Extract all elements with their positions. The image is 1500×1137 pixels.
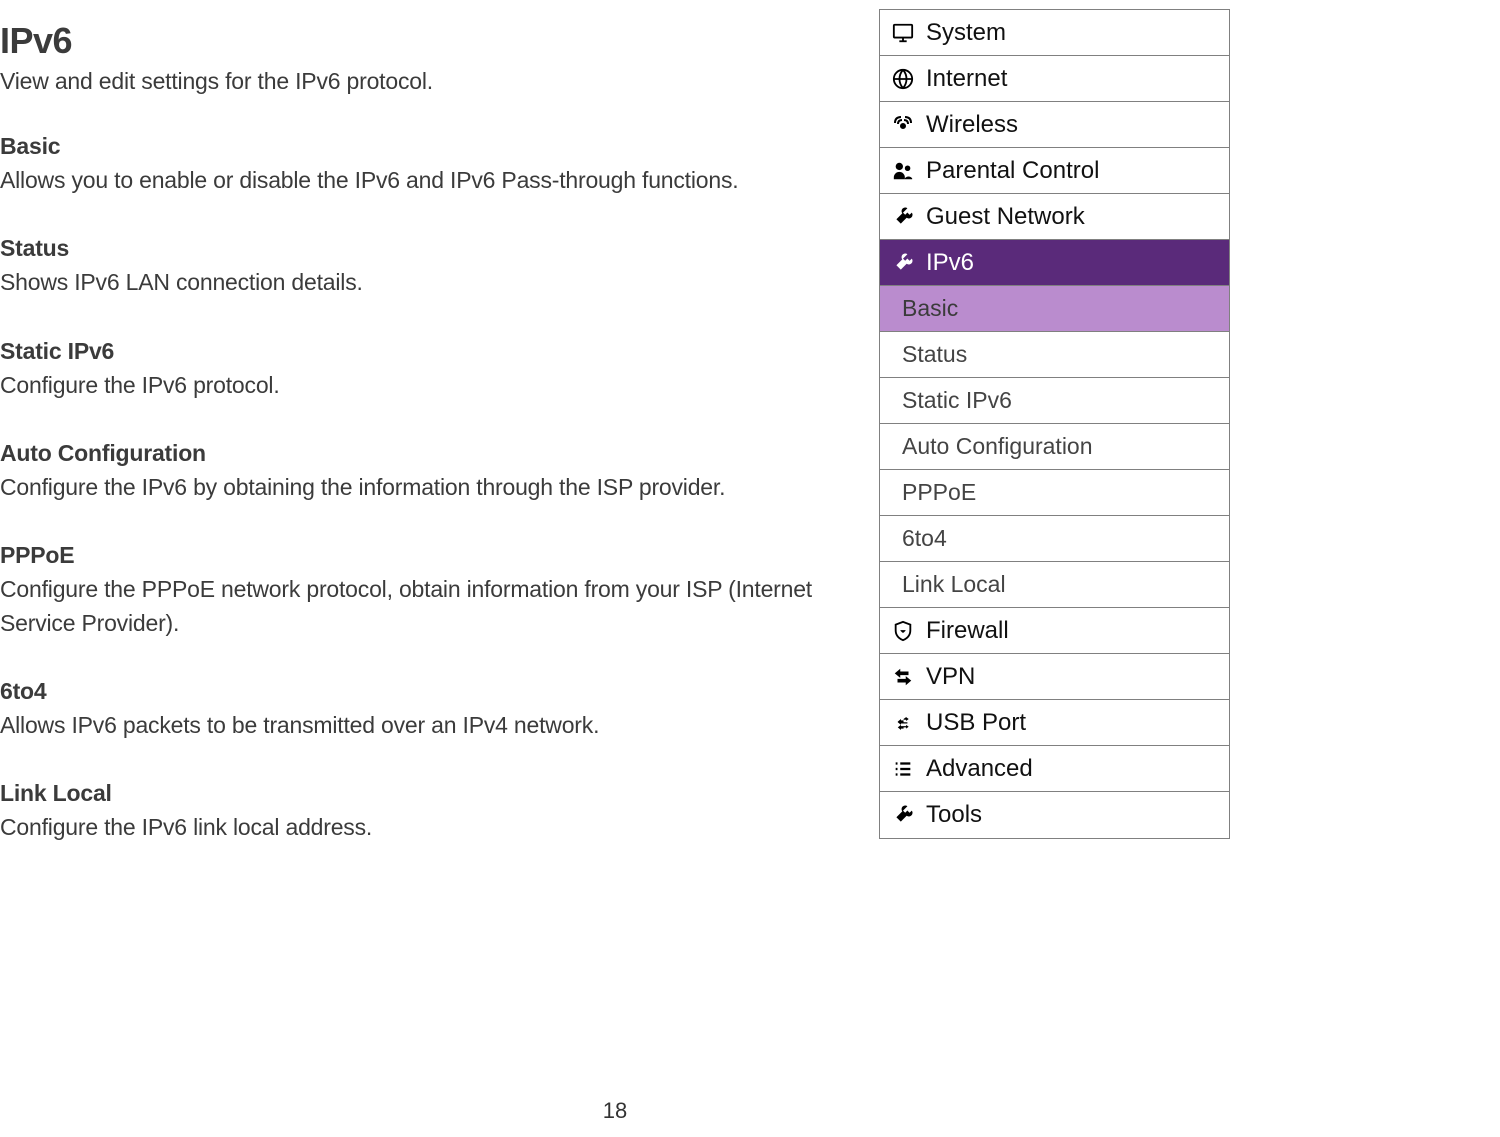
page-description: View and edit settings for the IPv6 prot…: [0, 68, 870, 95]
section-pppoe: PPPoE Configure the PPPoE network protoc…: [0, 542, 870, 640]
sidebar-item-label: USB Port: [920, 709, 1026, 737]
section-heading: Link Local: [0, 780, 870, 807]
section-heading: PPPoE: [0, 542, 870, 569]
page-number: 18: [0, 1098, 1230, 1124]
section-body: Allows IPv6 packets to be transmitted ov…: [0, 709, 870, 742]
sidebar-item-vpn[interactable]: VPN: [880, 654, 1229, 700]
sidebar-subitem-static-ipv6[interactable]: Static IPv6: [880, 378, 1229, 424]
section-heading: Static IPv6: [0, 338, 870, 365]
sidebar-item-usb-port[interactable]: USB Port: [880, 700, 1229, 746]
monitor-icon: [886, 22, 920, 44]
section-status: Status Shows IPv6 LAN connection details…: [0, 235, 870, 299]
sidebar-item-guest-network[interactable]: Guest Network: [880, 194, 1229, 240]
sidebar-item-advanced[interactable]: Advanced: [880, 746, 1229, 792]
sidebar-item-label: VPN: [920, 663, 975, 691]
section-heading: Status: [0, 235, 870, 262]
sidebar-item-label: IPv6: [920, 249, 974, 277]
sidebar-item-label: System: [920, 19, 1006, 47]
sidebar-subitem-label: Status: [902, 341, 967, 368]
users-icon: [886, 160, 920, 182]
sidebar-item-internet[interactable]: Internet: [880, 56, 1229, 102]
sidebar-item-label: Wireless: [920, 111, 1018, 139]
sidebar-subitem-pppoe[interactable]: PPPoE: [880, 470, 1229, 516]
section-auto-configuration: Auto Configuration Configure the IPv6 by…: [0, 440, 870, 504]
section-heading: Basic: [0, 133, 870, 160]
section-heading: 6to4: [0, 678, 870, 705]
section-link-local: Link Local Configure the IPv6 link local…: [0, 780, 870, 844]
sidebar-item-parental-control[interactable]: Parental Control: [880, 148, 1229, 194]
arrows-icon: [886, 666, 920, 688]
sidebar-item-label: Tools: [920, 801, 982, 829]
sidebar-item-label: Internet: [920, 65, 1007, 93]
wifi-icon: [886, 115, 920, 135]
sidebar-subitem-label: 6to4: [902, 525, 947, 552]
sidebar-item-label: Advanced: [920, 755, 1033, 783]
shield-icon: [886, 620, 920, 642]
sidebar-item-label: Firewall: [920, 617, 1009, 645]
sidebar-subitem-label: Basic: [902, 295, 958, 322]
page-title: IPv6: [0, 20, 870, 62]
sidebar-subitem-label: Link Local: [902, 571, 1006, 598]
section-6to4: 6to4 Allows IPv6 packets to be transmitt…: [0, 678, 870, 742]
sidebar-item-firewall[interactable]: Firewall: [880, 608, 1229, 654]
sidebar-item-system[interactable]: System: [880, 10, 1229, 56]
sidebar-nav: System Internet Wireless Parental Contro…: [879, 9, 1230, 839]
sidebar-item-label: Parental Control: [920, 157, 1099, 185]
sidebar-subitem-label: Static IPv6: [902, 387, 1012, 414]
sidebar-item-wireless[interactable]: Wireless: [880, 102, 1229, 148]
sidebar-subitem-label: PPPoE: [902, 479, 976, 506]
section-heading: Auto Configuration: [0, 440, 870, 467]
usb-icon: [886, 712, 920, 734]
section-body: Configure the IPv6 link local address.: [0, 811, 870, 844]
section-body: Configure the IPv6 protocol.: [0, 369, 870, 402]
section-basic: Basic Allows you to enable or disable th…: [0, 133, 870, 197]
section-body: Configure the PPPoE network protocol, ob…: [0, 573, 870, 640]
wrench-icon: [886, 206, 920, 228]
section-body: Shows IPv6 LAN connection details.: [0, 266, 870, 299]
list-icon: [886, 758, 920, 780]
sidebar-item-label: Guest Network: [920, 203, 1085, 231]
sidebar-subitem-6to4[interactable]: 6to4: [880, 516, 1229, 562]
section-static-ipv6: Static IPv6 Configure the IPv6 protocol.: [0, 338, 870, 402]
globe-icon: [886, 68, 920, 90]
content-area: IPv6 View and edit settings for the IPv6…: [0, 0, 870, 883]
sidebar-item-tools[interactable]: Tools: [880, 792, 1229, 838]
wrench-icon: [886, 252, 920, 274]
wrench-icon: [886, 804, 920, 826]
sidebar-subitem-status[interactable]: Status: [880, 332, 1229, 378]
section-body: Configure the IPv6 by obtaining the info…: [0, 471, 870, 504]
sidebar-subitem-basic[interactable]: Basic: [880, 286, 1229, 332]
sidebar-item-ipv6[interactable]: IPv6: [880, 240, 1229, 286]
sidebar-subitem-label: Auto Configuration: [902, 433, 1093, 460]
sidebar-subitem-auto-configuration[interactable]: Auto Configuration: [880, 424, 1229, 470]
sidebar-subitem-link-local[interactable]: Link Local: [880, 562, 1229, 608]
section-body: Allows you to enable or disable the IPv6…: [0, 164, 870, 197]
